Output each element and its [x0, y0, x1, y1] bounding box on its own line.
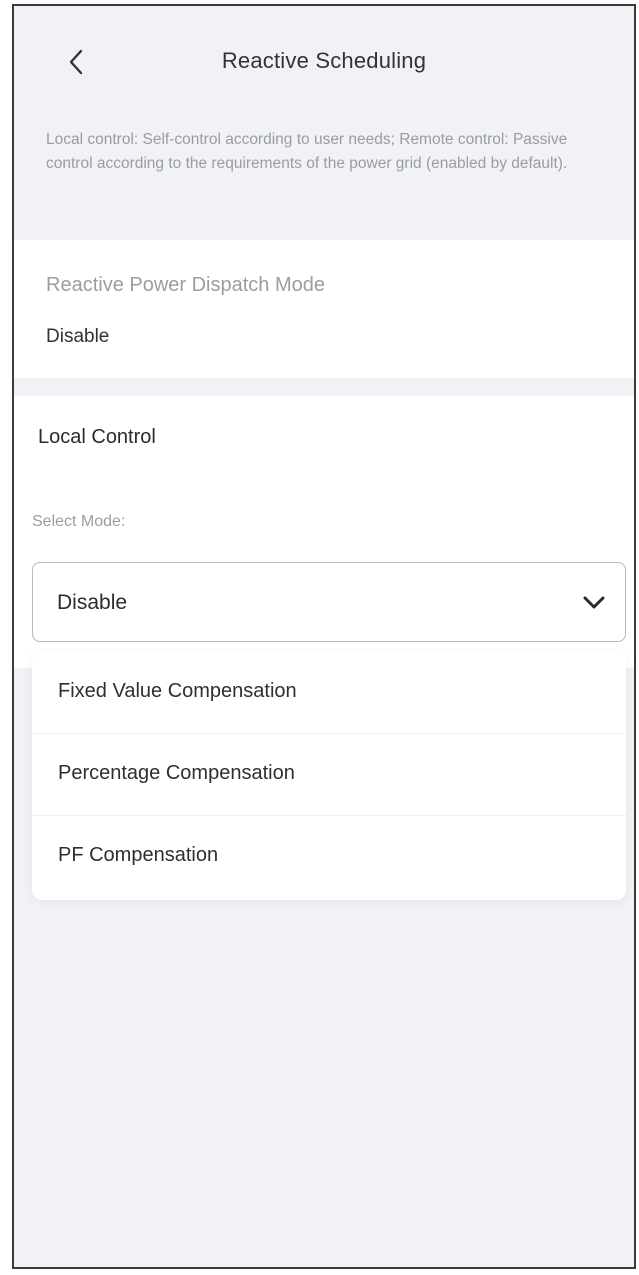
mode-dropdown-list: Fixed Value Compensation Percentage Comp… [32, 652, 626, 900]
mode-select-value: Disable [57, 591, 128, 614]
option-label: Fixed Value Compensation [58, 680, 297, 702]
option-label: Percentage Compensation [58, 762, 295, 784]
option-percentage-compensation[interactable]: Percentage Compensation [32, 734, 626, 816]
page-title: Reactive Scheduling [221, 48, 427, 73]
option-label: PF Compensation [58, 844, 219, 866]
local-control-title: Local Control [38, 426, 156, 448]
header: Reactive Scheduling [14, 6, 634, 118]
option-pf-compensation[interactable]: PF Compensation [32, 816, 626, 898]
mode-select[interactable]: Disable [32, 562, 626, 642]
option-fixed-value-compensation[interactable]: Fixed Value Compensation [32, 652, 626, 734]
info-text: Local control: Self-control according to… [46, 131, 568, 172]
chevron-down-icon[interactable] [581, 591, 607, 613]
dispatch-mode-value: Disable [46, 326, 110, 347]
local-control-card: Local Control Select Mode: Disable [14, 396, 634, 668]
select-mode-label: Select Mode: [32, 513, 126, 530]
dispatch-mode-label: Reactive Power Dispatch Mode [46, 274, 326, 296]
phone-screen: Reactive Scheduling Local control: Self-… [12, 4, 636, 1269]
dispatch-mode-card[interactable]: Reactive Power Dispatch Mode Disable [14, 240, 634, 378]
